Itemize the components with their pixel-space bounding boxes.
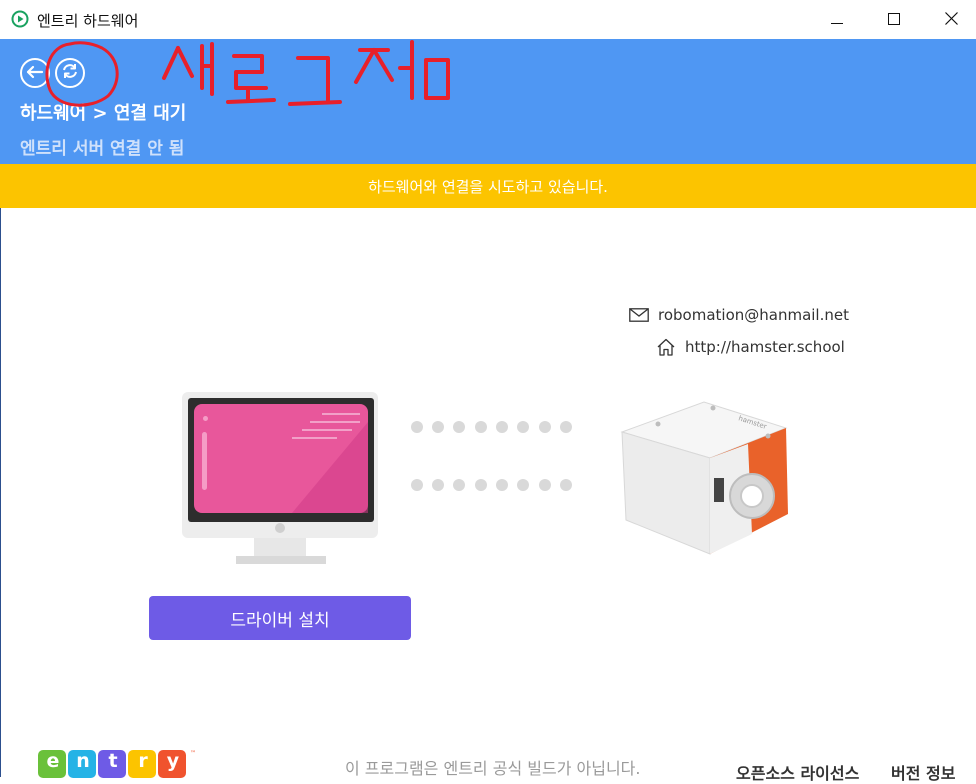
- play-circle-icon: [11, 10, 29, 28]
- install-driver-button[interactable]: 드라이버 설치: [149, 596, 411, 640]
- homepage-url[interactable]: http://hamster.school: [685, 338, 845, 356]
- logo-letter-n: n: [76, 750, 90, 772]
- logo-letter-e: e: [46, 750, 60, 772]
- unofficial-build-notice: 이 프로그램은 엔트리 공식 빌드가 아닙니다.: [345, 759, 641, 778]
- maximize-button[interactable]: [871, 0, 917, 39]
- close-button[interactable]: [928, 0, 974, 39]
- contact-homepage: http://hamster.school: [656, 338, 845, 356]
- mail-icon: [629, 308, 649, 322]
- svg-text:™: ™: [190, 750, 196, 757]
- logo-letter-y: y: [166, 750, 180, 772]
- connection-dots: [411, 421, 572, 491]
- email-address[interactable]: robomation@hanmail.net: [658, 306, 849, 324]
- home-icon: [656, 338, 676, 356]
- server-status-text: 엔트리 서버 연결 안 됨: [20, 139, 185, 159]
- entry-logo-letters: e n t r y: [38, 750, 188, 778]
- annotation-text: [162, 40, 450, 106]
- contact-email: robomation@hanmail.net: [629, 306, 849, 324]
- logo-letter-r: r: [138, 750, 148, 772]
- computer-monitor-illustration: [182, 392, 378, 564]
- window-title: 엔트리 하드웨어: [37, 12, 139, 30]
- version-info-link[interactable]: 버전 정보: [891, 760, 955, 784]
- logo-letter-t: t: [108, 750, 118, 772]
- minimize-icon: [831, 10, 843, 29]
- maximize-icon: [888, 10, 900, 29]
- open-source-license-link[interactable]: 오픈소스 라이선스: [736, 760, 859, 784]
- hamster-robot-illustration: hamster: [620, 401, 788, 555]
- title-bar: 엔트리 하드웨어: [0, 0, 976, 39]
- annotation-circle: [45, 41, 119, 107]
- install-driver-label: 드라이버 설치: [230, 610, 330, 631]
- connection-banner: 하드웨어와 연결을 시도하고 있습니다.: [0, 164, 976, 208]
- banner-message: 하드웨어와 연결을 시도하고 있습니다.: [368, 177, 608, 196]
- app-header: 하드웨어 > 연결 대기 엔트리 서버 연결 안 됨: [0, 39, 976, 164]
- close-icon: [944, 10, 958, 29]
- minimize-button[interactable]: [814, 0, 860, 39]
